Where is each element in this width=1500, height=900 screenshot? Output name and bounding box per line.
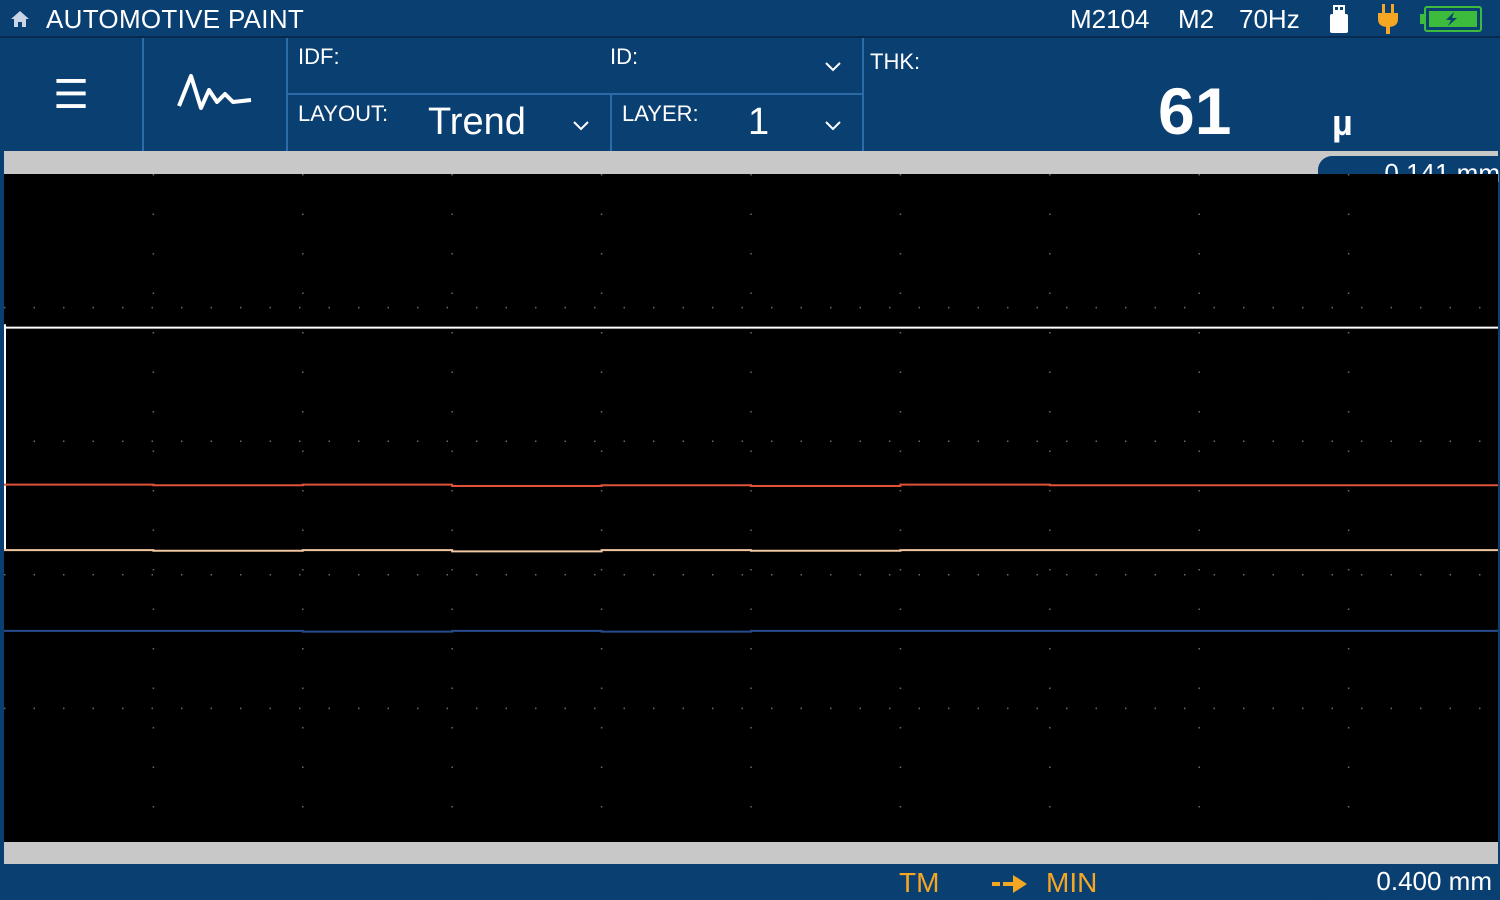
hamburger-menu-icon: ☰	[53, 72, 89, 117]
arrow-right-icon	[992, 875, 1027, 893]
model-label: M2104	[1070, 4, 1150, 34]
battery-icon	[1420, 6, 1482, 32]
chevron-down-icon	[825, 62, 841, 72]
chevron-down-icon	[825, 121, 841, 131]
measurement-header: ☰ IDF: ID: LAYOUT: Trend LAYER: 1 THK: 6…	[0, 38, 1500, 151]
trend-series-2	[4, 483, 1498, 487]
layout-value: Trend	[428, 101, 526, 143]
trend-series-3	[4, 549, 1498, 553]
mode-label: M2	[1178, 4, 1215, 34]
title-bar: AUTOMOTIVE PAINT M2104 M2 70Hz	[0, 0, 1500, 38]
home-icon[interactable]	[9, 8, 31, 30]
layer-label: LAYER:	[622, 101, 699, 126]
top-scale-bar	[4, 151, 1498, 174]
plug-icon	[1378, 4, 1398, 34]
layer-value: 1	[748, 101, 770, 143]
waveform-button[interactable]	[144, 38, 288, 151]
bottom-scale-label: 0.400 mm	[1376, 866, 1492, 896]
frequency-label: 70Hz	[1239, 4, 1300, 34]
trend-series-4	[4, 629, 1498, 633]
layout-label: LAYOUT:	[298, 101, 389, 126]
trend-chart	[4, 174, 1498, 842]
layout-select[interactable]: LAYOUT: Trend	[290, 95, 610, 151]
status-footer: TM MIN	[0, 864, 1500, 900]
trend-plot[interactable]	[4, 174, 1498, 842]
chevron-down-icon	[573, 121, 589, 131]
usb-icon	[1330, 5, 1348, 33]
thickness-value: 61	[1158, 74, 1232, 148]
idf-label: IDF:	[298, 44, 340, 69]
thickness-unit: µ	[1332, 102, 1353, 143]
bottom-scale-value[interactable]: 0.400 mm	[1308, 864, 1500, 900]
menu-button[interactable]: ☰	[0, 38, 144, 151]
min-label: MIN	[1046, 867, 1098, 898]
bottom-scale-bar	[4, 842, 1498, 864]
id-field[interactable]: IDF: ID:	[290, 38, 862, 93]
tm-label: TM	[899, 867, 940, 898]
thk-label: THK:	[870, 49, 921, 74]
app-title: AUTOMOTIVE PAINT	[46, 4, 305, 34]
layer-select[interactable]: LAYER: 1	[612, 95, 862, 151]
waveform-icon	[177, 73, 252, 110]
id-label: ID:	[610, 44, 639, 69]
